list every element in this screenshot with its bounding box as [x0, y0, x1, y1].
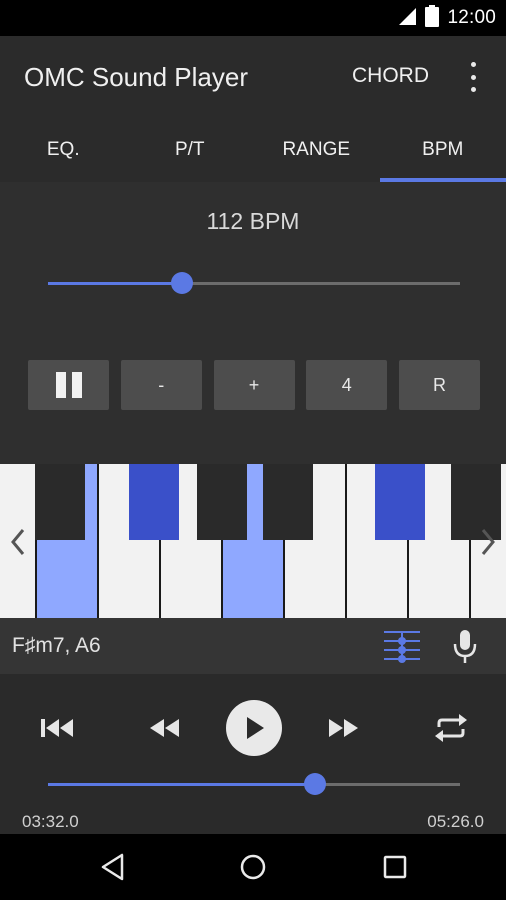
- playback-progress-thumb[interactable]: [304, 773, 327, 795]
- bpm-label: 112 BPM: [206, 208, 300, 234]
- increase-bpm-button[interactable]: +: [213, 360, 295, 410]
- fast-forward-icon[interactable]: [326, 714, 360, 742]
- playback-progress-fill: [48, 783, 316, 786]
- piano-keyboard[interactable]: [0, 464, 506, 618]
- bpm-panel: 112 BPM - + 4 R: [0, 182, 506, 464]
- chord-button[interactable]: CHORD: [352, 64, 429, 88]
- battery-icon: [425, 4, 440, 32]
- decrease-bpm-button[interactable]: -: [120, 360, 202, 410]
- navigation-bar: [0, 834, 506, 900]
- align-icon[interactable]: [382, 628, 422, 664]
- bpm-slider-thumb[interactable]: [170, 272, 193, 294]
- rewind-icon[interactable]: [148, 714, 182, 742]
- play-icon: [247, 717, 264, 739]
- home-icon[interactable]: [238, 852, 268, 882]
- back-icon[interactable]: [98, 852, 128, 882]
- current-time: 03:32.0: [22, 812, 79, 831]
- mic-icon[interactable]: [452, 628, 478, 664]
- bpm-slider[interactable]: [48, 272, 460, 294]
- black-key[interactable]: [129, 464, 179, 540]
- chevron-right-icon[interactable]: [476, 524, 500, 560]
- chord-bar: F♯m7, A6: [0, 618, 506, 674]
- tab-range[interactable]: RANGE: [253, 118, 380, 182]
- more-vert-icon[interactable]: [462, 62, 484, 92]
- playback-progress[interactable]: [48, 773, 460, 795]
- tab-bar: EQ. P/T RANGE BPM: [0, 118, 506, 182]
- status-time: 12:00: [447, 7, 496, 28]
- play-button[interactable]: [226, 700, 282, 756]
- status-icons: 12:00: [397, 4, 496, 32]
- reset-button[interactable]: R: [399, 360, 480, 410]
- chord-name: F♯m7, A6: [12, 634, 101, 657]
- black-key[interactable]: [35, 464, 85, 540]
- bpm-controls: - + 4 R: [28, 360, 480, 410]
- bpm-slider-fill: [48, 282, 182, 285]
- app-bar: OMC Sound Player CHORD: [0, 36, 506, 118]
- recents-icon[interactable]: [380, 852, 410, 882]
- app-title: OMC Sound Player: [24, 62, 248, 92]
- skip-previous-icon[interactable]: [40, 714, 74, 742]
- chevron-left-icon[interactable]: [6, 524, 30, 560]
- black-key[interactable]: [263, 464, 313, 540]
- signal-icon: [397, 6, 417, 31]
- tab-bpm[interactable]: BPM: [379, 118, 506, 182]
- black-key[interactable]: [197, 464, 247, 540]
- total-time: 05:26.0: [427, 812, 484, 831]
- player-controls: 03:32.0 05:26.0: [0, 674, 506, 834]
- tab-pt[interactable]: P/T: [127, 118, 254, 182]
- repeat-icon[interactable]: [432, 714, 470, 742]
- pause-button[interactable]: [28, 360, 109, 410]
- black-key[interactable]: [375, 464, 425, 540]
- beat-count-button[interactable]: 4: [306, 360, 388, 410]
- pause-icon: [55, 372, 82, 398]
- tab-eq[interactable]: EQ.: [0, 118, 127, 182]
- status-bar: 12:00: [0, 0, 506, 36]
